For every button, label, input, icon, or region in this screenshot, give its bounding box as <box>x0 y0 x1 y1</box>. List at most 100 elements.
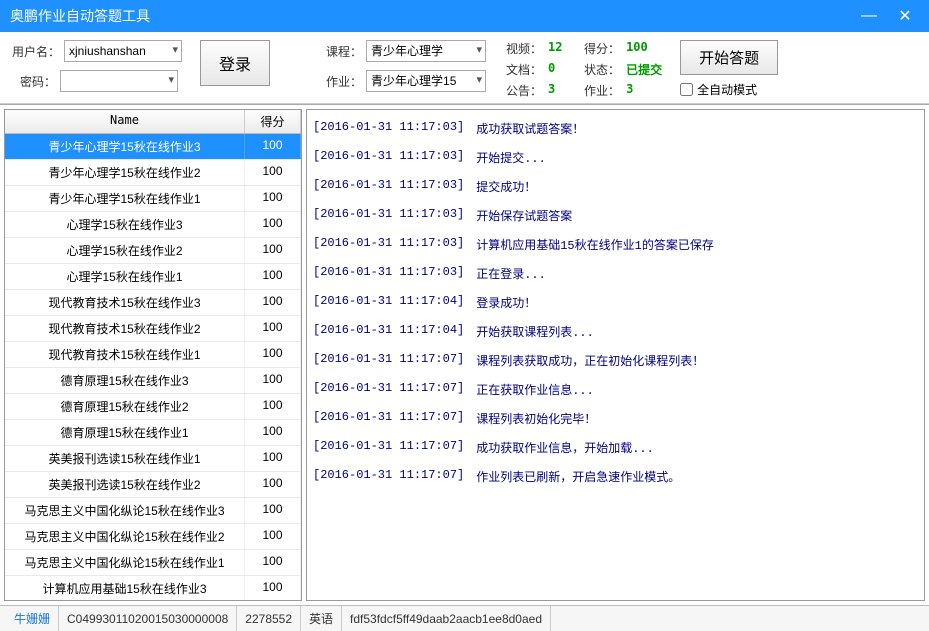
log-message: 成功获取作业信息，开始加载... <box>476 439 654 456</box>
table-row[interactable]: 马克思主义中国化纵论15秋在线作业2100 <box>5 524 301 550</box>
log-line: [2016-01-31 11:17:03]计算机应用基础15秋在线作业1的答案已… <box>311 230 920 259</box>
window-title: 奥鹏作业自动答题工具 <box>10 6 855 26</box>
table-row[interactable]: 英美报刊选读15秋在线作业2100 <box>5 472 301 498</box>
cell-name: 德育原理15秋在线作业2 <box>5 394 245 419</box>
log-message: 开始保存试题答案 <box>476 207 572 224</box>
cell-name: 青少年心理学15秋在线作业1 <box>5 186 245 211</box>
cell-name: 青少年心理学15秋在线作业3 <box>5 134 245 159</box>
auto-mode-label: 全自动模式 <box>697 81 757 98</box>
log-line: [2016-01-31 11:17:07] 课程列表获取成功，正在初始化课程列表！ <box>311 346 920 375</box>
log-line: [2016-01-31 11:17:04] 登录成功！ <box>311 288 920 317</box>
table-row[interactable]: 青少年心理学15秋在线作业1100 <box>5 186 301 212</box>
log-message: 开始获取课程列表... <box>476 323 594 340</box>
cell-score: 100 <box>245 342 301 367</box>
statusbar: 牛姗姗C049930110200150300000082278552英语fdf5… <box>0 605 929 631</box>
grid-body[interactable]: 青少年心理学15秋在线作业3100青少年心理学15秋在线作业2100青少年心理学… <box>5 134 301 600</box>
app-window: 奥鹏作业自动答题工具 — ✕ 用户名： 密码： 登录 课程： 青少年心理学 作业… <box>0 0 929 631</box>
table-row[interactable]: 德育原理15秋在线作业1100 <box>5 420 301 446</box>
log-message: 计算机应用基础15秋在线作业1的答案已保存 <box>476 236 714 253</box>
log-timestamp: [2016-01-31 11:17:04] <box>313 294 464 311</box>
log-timestamp: [2016-01-31 11:17:03] <box>313 207 464 224</box>
table-row[interactable]: 马克思主义中国化纵论15秋在线作业3100 <box>5 498 301 524</box>
login-button[interactable]: 登录 <box>200 40 270 86</box>
log-line: [2016-01-31 11:17:03] 开始保存试题答案 <box>311 201 920 230</box>
cell-score: 100 <box>245 160 301 185</box>
status-value: 已提交 <box>626 61 662 78</box>
cell-score: 100 <box>245 394 301 419</box>
log-message: 作业列表已刷新，开启急速作业模式。 <box>476 468 680 485</box>
log-timestamp: [2016-01-31 11:17:07] <box>313 439 464 456</box>
grid-header: Name 得分 <box>5 110 301 134</box>
log-timestamp: [2016-01-31 11:17:07] <box>313 352 464 369</box>
cell-name: 青少年心理学15秋在线作业2 <box>5 160 245 185</box>
toolbar: 用户名： 密码： 登录 课程： 青少年心理学 作业： 青少年心理学15 视频： … <box>0 32 929 104</box>
minimize-icon[interactable]: — <box>855 2 883 30</box>
status-cell: 2278552 <box>237 606 301 631</box>
notice-value: 3 <box>548 82 578 99</box>
hwcount-value: 3 <box>626 82 656 99</box>
log-timestamp: [2016-01-31 11:17:04] <box>313 323 464 340</box>
close-icon[interactable]: ✕ <box>891 2 919 30</box>
table-row[interactable]: 德育原理15秋在线作业2100 <box>5 394 301 420</box>
table-row[interactable]: 心理学15秋在线作业1100 <box>5 264 301 290</box>
table-row[interactable]: 英美报刊选读15秋在线作业1100 <box>5 446 301 472</box>
cell-score: 100 <box>245 134 301 159</box>
table-row[interactable]: 德育原理15秋在线作业3100 <box>5 368 301 394</box>
doc-value: 0 <box>548 61 578 78</box>
log-timestamp: [2016-01-31 11:17:07] <box>313 468 464 485</box>
homework-select[interactable]: 青少年心理学15 <box>366 70 486 92</box>
cell-score: 100 <box>245 368 301 393</box>
status-cell: C04993011020015030000008 <box>59 606 237 631</box>
log-panel[interactable]: [2016-01-31 11:17:03] 成功获取试题答案！ [2016-01-3… <box>306 109 925 601</box>
log-line: [2016-01-31 11:17:07]课程列表初始化完毕！ <box>311 404 920 433</box>
auto-mode-checkbox[interactable]: 全自动模式 <box>680 81 778 98</box>
grid-header-name[interactable]: Name <box>5 110 245 133</box>
cell-name: 现代教育技术15秋在线作业2 <box>5 316 245 341</box>
password-label: 密码： <box>12 73 56 90</box>
table-row[interactable]: 青少年心理学15秋在线作业2100 <box>5 160 301 186</box>
log-line: [2016-01-31 11:17:03] 提交成功！ <box>311 172 920 201</box>
log-timestamp: [2016-01-31 11:17:03] <box>313 178 464 195</box>
cell-name: 现代教育技术15秋在线作业1 <box>5 342 245 367</box>
doc-label: 文档： <box>506 61 542 78</box>
status-label: 状态： <box>584 61 620 78</box>
log-message: 登录成功！ <box>476 294 536 311</box>
log-message: 正在获取作业信息... <box>476 381 594 398</box>
status-cell: 牛姗姗 <box>6 606 59 631</box>
table-row[interactable]: 青少年心理学15秋在线作业3100 <box>5 134 301 160</box>
cell-name: 心理学15秋在线作业2 <box>5 238 245 263</box>
window-controls: — ✕ <box>855 2 919 30</box>
course-select[interactable]: 青少年心理学 <box>366 40 486 62</box>
cell-name: 心理学15秋在线作业3 <box>5 212 245 237</box>
table-row[interactable]: 心理学15秋在线作业3100 <box>5 212 301 238</box>
grid-header-score[interactable]: 得分 <box>245 110 301 133</box>
homework-label: 作业： <box>318 73 362 90</box>
table-row[interactable]: 马克思主义中国化纵论15秋在线作业1100 <box>5 550 301 576</box>
cell-score: 100 <box>245 420 301 445</box>
cell-score: 100 <box>245 316 301 341</box>
cell-score: 100 <box>245 524 301 549</box>
table-row[interactable]: 现代教育技术15秋在线作业2100 <box>5 316 301 342</box>
cell-score: 100 <box>245 186 301 211</box>
table-row[interactable]: 心理学15秋在线作业2100 <box>5 238 301 264</box>
status-cell: 英语 <box>301 606 342 631</box>
password-field[interactable] <box>60 70 178 92</box>
log-timestamp: [2016-01-31 11:17:07] <box>313 381 464 398</box>
start-button[interactable]: 开始答题 <box>680 40 778 75</box>
titlebar: 奥鹏作业自动答题工具 — ✕ <box>0 0 929 32</box>
log-line: [2016-01-31 11:17:03]开始提交... <box>311 143 920 172</box>
log-line: [2016-01-31 11:17:07] 正在获取作业信息... <box>311 375 920 404</box>
notice-label: 公告： <box>506 82 542 99</box>
auto-mode-input[interactable] <box>680 83 693 96</box>
log-message: 提交成功！ <box>476 178 536 195</box>
table-row[interactable]: 现代教育技术15秋在线作业1100 <box>5 342 301 368</box>
log-line: [2016-01-31 11:17:07] 作业列表已刷新，开启急速作业模式。 <box>311 462 920 491</box>
table-row[interactable]: 计算机应用基础15秋在线作业3100 <box>5 576 301 600</box>
log-message: 成功获取试题答案！ <box>476 120 584 137</box>
table-row[interactable]: 现代教育技术15秋在线作业3100 <box>5 290 301 316</box>
username-field[interactable] <box>64 40 182 62</box>
log-timestamp: [2016-01-31 11:17:07] <box>313 410 464 427</box>
log-message: 课程列表获取成功，正在初始化课程列表！ <box>476 352 704 369</box>
log-line: [2016-01-31 11:17:04] 开始获取课程列表... <box>311 317 920 346</box>
hwcount-label: 作业： <box>584 82 620 99</box>
